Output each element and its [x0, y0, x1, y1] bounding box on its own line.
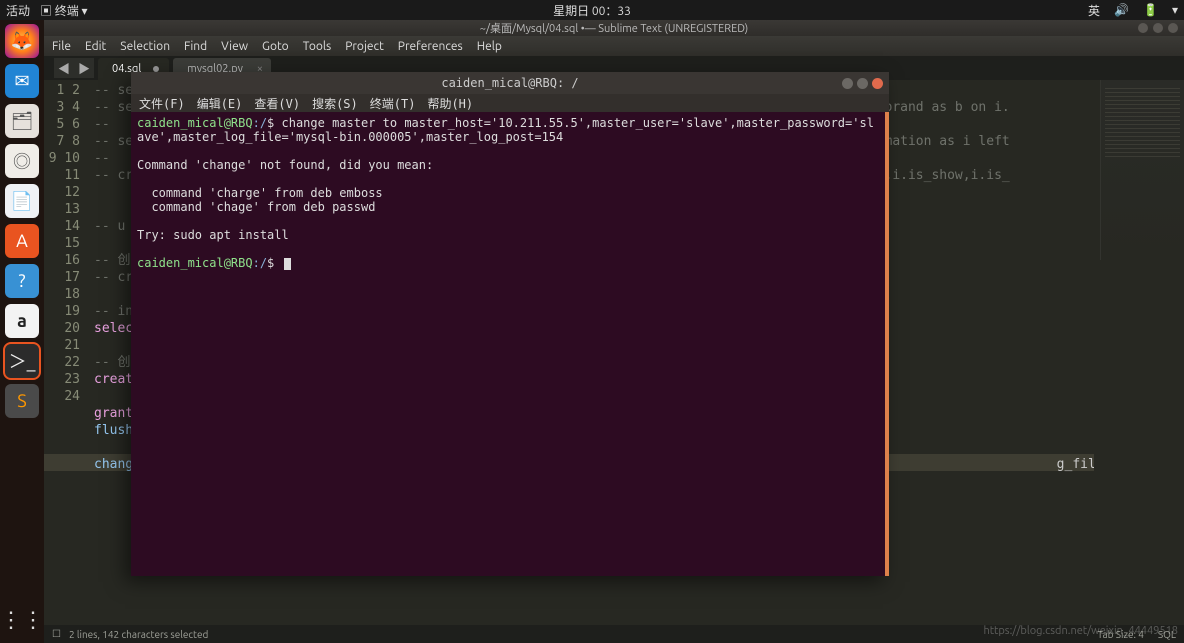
tmenu-search[interactable]: 搜索(S) [312, 95, 358, 112]
close-button[interactable] [1168, 23, 1178, 33]
menu-file[interactable]: File [52, 40, 71, 53]
tmenu-terminal[interactable]: 终端(T) [370, 95, 416, 112]
terminal-body[interactable]: caiden_mical@RBQ:/$ change master to mas… [131, 112, 885, 576]
status-pane-icon[interactable]: ☐ [52, 628, 61, 640]
sublime-title-text: ~/桌面/Mysql/04.sql •— Sublime Text (UNREG… [480, 20, 749, 36]
max-button[interactable] [1153, 23, 1163, 33]
menu-find[interactable]: Find [184, 40, 207, 53]
amazon-icon[interactable]: a [5, 304, 39, 338]
menu-tools[interactable]: Tools [303, 40, 332, 53]
apps-grid-icon[interactable]: ⋮⋮⋮ [0, 607, 44, 633]
activities-button[interactable]: 活动 [6, 2, 30, 19]
sublime-icon[interactable]: S [5, 384, 39, 418]
tmenu-edit[interactable]: 编辑(E) [197, 95, 243, 112]
gnome-topbar: 活动 ▣ 终端 ▾ 星期日 00：33 英 🔊 🔋 ▾ [0, 0, 1184, 20]
terminal-title-text: caiden_mical@RBQ: / [441, 76, 578, 90]
firefox-icon[interactable]: 🦊 [5, 24, 39, 58]
input-lang[interactable]: 英 [1088, 2, 1100, 19]
menu-view[interactable]: View [221, 40, 248, 53]
term-max-button[interactable] [857, 78, 868, 89]
terminal-menubar: 文件(F) 编辑(E) 查看(V) 搜索(S) 终端(T) 帮助(H) [131, 94, 889, 112]
terminal-icon[interactable]: ＞_ [5, 344, 39, 378]
battery-icon[interactable]: 🔋 [1143, 3, 1158, 17]
minimap[interactable] [1100, 80, 1184, 260]
menu-goto[interactable]: Goto [262, 40, 289, 53]
app-menu[interactable]: ▣ 终端 ▾ [40, 2, 88, 19]
tmenu-file[interactable]: 文件(F) [139, 95, 185, 112]
terminal-window: caiden_mical@RBQ: / 文件(F) 编辑(E) 查看(V) 搜索… [131, 72, 889, 576]
line-gutter: 1 2 3 4 5 6 7 8 9 10 11 12 13 14 15 16 1… [44, 80, 88, 405]
software-icon[interactable]: A [5, 224, 39, 258]
term-min-button[interactable] [842, 78, 853, 89]
rhythmbox-icon[interactable]: ◎ [5, 144, 39, 178]
status-selection: 2 lines, 142 characters selected [69, 629, 208, 640]
term-close-button[interactable] [872, 78, 883, 89]
writer-icon[interactable]: 📄 [5, 184, 39, 218]
menu-edit[interactable]: Edit [85, 40, 106, 53]
menu-preferences[interactable]: Preferences [398, 40, 463, 53]
terminal-titlebar: caiden_mical@RBQ: / [131, 72, 889, 94]
terminal-scrollbar[interactable] [885, 112, 889, 576]
volume-icon[interactable]: 🔊 [1114, 3, 1129, 17]
sublime-titlebar: ~/桌面/Mysql/04.sql •— Sublime Text (UNREG… [44, 20, 1184, 36]
min-button[interactable] [1138, 23, 1148, 33]
tab-next-icon[interactable]: ▶ [74, 58, 94, 78]
files-icon[interactable]: 🗂 [5, 104, 39, 138]
watermark-text: https://blog.csdn.net/weixin_44449518 [983, 625, 1178, 637]
power-icon[interactable]: ▾ [1172, 3, 1178, 17]
ubuntu-launcher: 🦊 ✉ 🗂 ◎ 📄 A ? a ＞_ S ⋮⋮⋮ [0, 20, 44, 643]
clock[interactable]: 星期日 00：33 [553, 2, 631, 19]
menu-project[interactable]: Project [345, 40, 384, 53]
sublime-menubar: File Edit Selection Find View Goto Tools… [44, 36, 1184, 56]
tmenu-help[interactable]: 帮助(H) [427, 95, 473, 112]
tmenu-view[interactable]: 查看(V) [254, 95, 300, 112]
thunderbird-icon[interactable]: ✉ [5, 64, 39, 98]
menu-selection[interactable]: Selection [120, 40, 170, 53]
help-icon[interactable]: ? [5, 264, 39, 298]
tab-prev-icon[interactable]: ◀ [54, 58, 74, 78]
menu-help[interactable]: Help [477, 40, 502, 53]
